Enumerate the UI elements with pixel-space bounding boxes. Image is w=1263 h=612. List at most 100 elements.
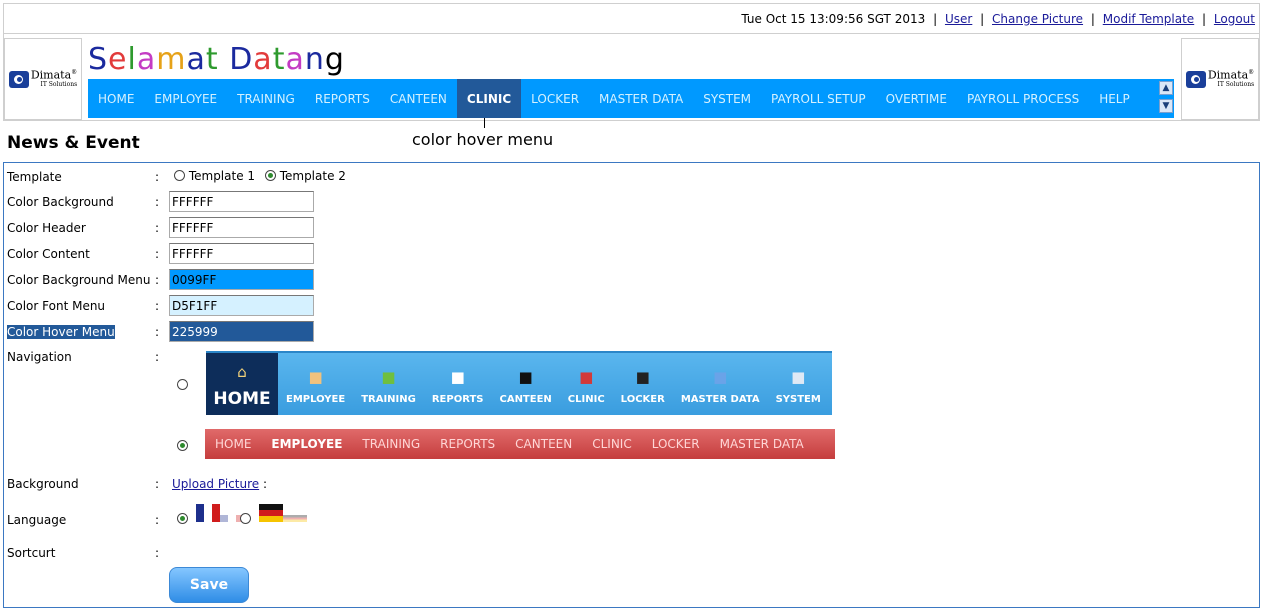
- nav1-item-canteen: ■ CANTEEN: [491, 353, 559, 415]
- nav2-item-employee: EMPLOYEE: [271, 437, 343, 451]
- nav2-item-master-data: MASTER DATA: [719, 437, 804, 451]
- welcome-letter: [219, 42, 230, 77]
- french-flag-icon: [196, 504, 244, 525]
- callout-line: [484, 118, 485, 128]
- menu-item-overtime[interactable]: OVERTIME: [876, 79, 957, 118]
- sortcurt-label: Sortcurt: [7, 546, 56, 560]
- nav1-item-label: TRAINING: [361, 394, 416, 405]
- menu-scroll: ▲ ▼: [1159, 81, 1174, 117]
- language-german-radio[interactable]: [240, 513, 251, 524]
- home-icon: ⌂: [237, 363, 247, 381]
- dimata-logo-left: Dimata® IT Solutions: [4, 38, 82, 120]
- colon: :: [155, 513, 160, 527]
- datetime: Tue Oct 15 13:09:56 SGT 2013: [741, 12, 926, 26]
- template-2-radio[interactable]: [264, 170, 276, 181]
- navigation-style-2-preview: HOME EMPLOYEE TRAINING REPORTS CANTEEN CLINIC…: [205, 429, 835, 459]
- change-picture-link[interactable]: Change Picture: [992, 12, 1083, 26]
- nav1-item-label: EMPLOYEE: [286, 394, 346, 405]
- color-content-input[interactable]: FFFFFF: [169, 243, 314, 264]
- page-title: News & Event: [7, 133, 140, 153]
- colon: :: [155, 273, 160, 287]
- background-label: Background: [7, 477, 79, 491]
- dimata-logo-icon: [8, 70, 29, 88]
- logout-link[interactable]: Logout: [1214, 12, 1255, 26]
- logo-sub: IT Solutions: [1217, 81, 1255, 89]
- nav1-item-master-data: ■ MASTER DATA: [673, 353, 768, 415]
- nav1-item-training: ■ TRAINING: [353, 353, 424, 415]
- menu-item-training[interactable]: TRAINING: [227, 79, 305, 118]
- template-1-radio[interactable]: [174, 170, 185, 181]
- navigation-style-2-radio[interactable]: [177, 440, 188, 451]
- color-font-menu-input[interactable]: D5F1FF: [169, 295, 314, 316]
- template-options: Template 1 Template 2: [174, 169, 346, 183]
- main-menu: HOME EMPLOYEE TRAINING REPORTS CANTEEN CLINIC…: [88, 79, 1174, 118]
- clinic-icon: ■: [579, 368, 594, 386]
- navigation-style-1-radio[interactable]: [177, 379, 188, 390]
- menu-item-home[interactable]: HOME: [88, 79, 144, 118]
- navigation-style-1-preview: ⌂ HOME ■ EMPLOYEE ■ TRAINING ■ REPORTS ■ CANTEE…: [206, 351, 832, 415]
- menu-item-payroll-setup[interactable]: PAYROLL SETUP: [761, 79, 876, 118]
- nav1-item-employee: ■ EMPLOYEE: [278, 353, 353, 415]
- colon: :: [155, 221, 160, 235]
- menu-item-master-data[interactable]: MASTER DATA: [589, 79, 693, 118]
- scroll-up-icon[interactable]: ▲: [1159, 81, 1173, 95]
- language-french-radio[interactable]: [177, 513, 188, 524]
- welcome-letter: a: [285, 42, 305, 77]
- color-header-input[interactable]: FFFFFF: [169, 217, 314, 238]
- color-background-menu-input[interactable]: 0099FF: [169, 269, 314, 290]
- welcome-letter: D: [229, 42, 254, 77]
- colon: :: [155, 325, 160, 339]
- scroll-down-icon[interactable]: ▼: [1159, 99, 1173, 113]
- nav1-home: ⌂ HOME: [206, 353, 278, 415]
- nav1-item-label: CLINIC: [567, 394, 605, 405]
- menu-item-employee[interactable]: EMPLOYEE: [144, 79, 227, 118]
- modif-template-link[interactable]: Modif Template: [1103, 12, 1194, 26]
- welcome-letter: a: [253, 42, 273, 77]
- user-link[interactable]: User: [945, 12, 972, 26]
- nav1-item-locker: ■ LOCKER: [613, 353, 673, 415]
- menu-item-clinic[interactable]: CLINIC: [456, 79, 522, 118]
- nav2-item-reports: REPORTS: [440, 437, 496, 451]
- menu-item-help[interactable]: HELP: [1089, 79, 1140, 118]
- nav2-item-training: TRAINING: [362, 437, 421, 451]
- menu-item-system[interactable]: SYSTEM: [693, 79, 761, 118]
- color-hover-menu-input[interactable]: 225999: [169, 321, 314, 342]
- nav1-item-label: MASTER DATA: [680, 394, 760, 405]
- suffix: :: [262, 477, 268, 491]
- color-background-input[interactable]: FFFFFF: [169, 191, 314, 212]
- nav1-item-label: LOCKER: [620, 394, 665, 405]
- german-flag-icon: [259, 504, 307, 525]
- logo-sub: IT Solutions: [40, 81, 78, 89]
- nav2-item-canteen: CANTEEN: [515, 437, 573, 451]
- top-bar: Tue Oct 15 13:09:56 SGT 2013 | User | Ch…: [4, 4, 1259, 34]
- welcome-letter: e: [108, 42, 128, 77]
- menu-item-locker[interactable]: LOCKER: [521, 79, 589, 118]
- separator: |: [1090, 12, 1095, 26]
- navigation-label: Navigation: [7, 350, 72, 364]
- upload-picture-link[interactable]: Upload Picture: [172, 477, 259, 491]
- menu-item-payroll-process[interactable]: PAYROLL PROCESS: [957, 79, 1089, 118]
- language-label: Language: [7, 513, 67, 527]
- system-icon: ■: [791, 368, 806, 386]
- colon: :: [155, 170, 160, 184]
- color-hover-menu-label: Color Hover Menu: [7, 325, 115, 339]
- header-frame: Tue Oct 15 13:09:56 SGT 2013 | User | Ch…: [3, 3, 1260, 121]
- color-header-label: Color Header: [7, 221, 86, 235]
- nav1-item-clinic: ■ CLINIC: [560, 353, 613, 415]
- welcome-letter: a: [136, 42, 157, 77]
- background-upload: Upload Picture :: [172, 477, 267, 491]
- welcome-letter: g: [324, 42, 345, 77]
- nav2-item-clinic: CLINIC: [592, 437, 632, 451]
- menu-item-canteen[interactable]: CANTEEN: [380, 79, 457, 118]
- employee-icon: ■: [308, 368, 323, 386]
- welcome-letter: l: [127, 42, 137, 77]
- training-icon: ■: [381, 368, 396, 386]
- separator: |: [1202, 12, 1207, 26]
- logo-reg: ®: [1248, 68, 1255, 76]
- settings-panel: Template : Template 1 Template 2 Color B…: [3, 162, 1260, 608]
- nav1-item-label: REPORTS: [431, 394, 484, 405]
- save-button[interactable]: Save: [169, 567, 249, 603]
- menu-item-reports[interactable]: REPORTS: [305, 79, 380, 118]
- welcome-letter: t: [205, 42, 219, 77]
- locker-icon: ■: [635, 368, 650, 386]
